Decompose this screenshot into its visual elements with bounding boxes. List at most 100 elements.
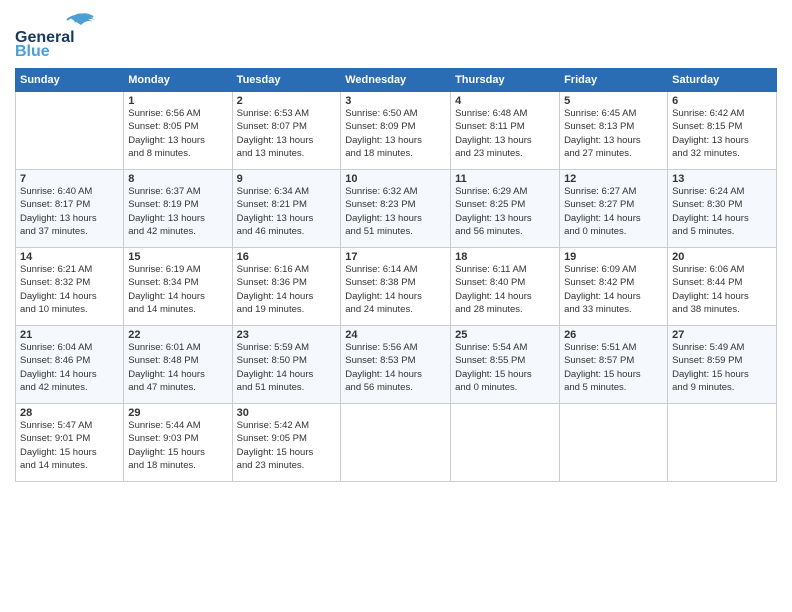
day-number: 25 [455,329,555,341]
week-row-3: 14Sunrise: 6:21 AM Sunset: 8:32 PM Dayli… [16,248,777,326]
calendar-cell: 17Sunrise: 6:14 AM Sunset: 8:38 PM Dayli… [341,248,451,326]
day-info: Sunrise: 5:59 AM Sunset: 8:50 PM Dayligh… [237,341,337,394]
day-info: Sunrise: 5:56 AM Sunset: 8:53 PM Dayligh… [345,341,446,394]
day-number: 15 [128,251,227,263]
logo: General Blue [15,10,105,60]
calendar-cell: 13Sunrise: 6:24 AM Sunset: 8:30 PM Dayli… [668,170,777,248]
day-number: 1 [128,95,227,107]
calendar-cell: 20Sunrise: 6:06 AM Sunset: 8:44 PM Dayli… [668,248,777,326]
day-info: Sunrise: 6:42 AM Sunset: 8:15 PM Dayligh… [672,107,772,160]
header-row: SundayMondayTuesdayWednesdayThursdayFrid… [16,69,777,92]
calendar-cell: 9Sunrise: 6:34 AM Sunset: 8:21 PM Daylig… [232,170,341,248]
col-header-sunday: Sunday [16,69,124,92]
calendar-cell: 30Sunrise: 5:42 AM Sunset: 9:05 PM Dayli… [232,404,341,482]
logo-svg: General Blue [15,10,105,60]
day-info: Sunrise: 6:50 AM Sunset: 8:09 PM Dayligh… [345,107,446,160]
day-info: Sunrise: 6:16 AM Sunset: 8:36 PM Dayligh… [237,263,337,316]
day-info: Sunrise: 6:19 AM Sunset: 8:34 PM Dayligh… [128,263,227,316]
day-number: 30 [237,407,337,419]
day-info: Sunrise: 5:42 AM Sunset: 9:05 PM Dayligh… [237,419,337,472]
day-number: 11 [455,173,555,185]
week-row-4: 21Sunrise: 6:04 AM Sunset: 8:46 PM Dayli… [16,326,777,404]
calendar-cell [341,404,451,482]
day-info: Sunrise: 6:21 AM Sunset: 8:32 PM Dayligh… [20,263,119,316]
day-number: 23 [237,329,337,341]
day-number: 6 [672,95,772,107]
week-row-5: 28Sunrise: 5:47 AM Sunset: 9:01 PM Dayli… [16,404,777,482]
page: General Blue SundayMondayTuesdayWednesda… [0,0,792,492]
day-info: Sunrise: 6:27 AM Sunset: 8:27 PM Dayligh… [564,185,663,238]
calendar-cell: 23Sunrise: 5:59 AM Sunset: 8:50 PM Dayli… [232,326,341,404]
day-info: Sunrise: 6:48 AM Sunset: 8:11 PM Dayligh… [455,107,555,160]
calendar-cell: 10Sunrise: 6:32 AM Sunset: 8:23 PM Dayli… [341,170,451,248]
day-number: 9 [237,173,337,185]
calendar-cell: 6Sunrise: 6:42 AM Sunset: 8:15 PM Daylig… [668,92,777,170]
day-info: Sunrise: 5:44 AM Sunset: 9:03 PM Dayligh… [128,419,227,472]
calendar-cell: 18Sunrise: 6:11 AM Sunset: 8:40 PM Dayli… [451,248,560,326]
calendar-cell: 27Sunrise: 5:49 AM Sunset: 8:59 PM Dayli… [668,326,777,404]
day-number: 7 [20,173,119,185]
calendar-cell: 12Sunrise: 6:27 AM Sunset: 8:27 PM Dayli… [560,170,668,248]
day-number: 27 [672,329,772,341]
week-row-2: 7Sunrise: 6:40 AM Sunset: 8:17 PM Daylig… [16,170,777,248]
svg-text:Blue: Blue [15,43,50,60]
day-info: Sunrise: 6:04 AM Sunset: 8:46 PM Dayligh… [20,341,119,394]
calendar-cell: 15Sunrise: 6:19 AM Sunset: 8:34 PM Dayli… [124,248,232,326]
day-info: Sunrise: 6:09 AM Sunset: 8:42 PM Dayligh… [564,263,663,316]
calendar-cell: 29Sunrise: 5:44 AM Sunset: 9:03 PM Dayli… [124,404,232,482]
day-info: Sunrise: 6:40 AM Sunset: 8:17 PM Dayligh… [20,185,119,238]
day-info: Sunrise: 6:11 AM Sunset: 8:40 PM Dayligh… [455,263,555,316]
day-number: 5 [564,95,663,107]
calendar-cell [560,404,668,482]
day-number: 12 [564,173,663,185]
calendar-cell: 4Sunrise: 6:48 AM Sunset: 8:11 PM Daylig… [451,92,560,170]
day-number: 10 [345,173,446,185]
calendar-cell: 19Sunrise: 6:09 AM Sunset: 8:42 PM Dayli… [560,248,668,326]
calendar-cell: 26Sunrise: 5:51 AM Sunset: 8:57 PM Dayli… [560,326,668,404]
day-info: Sunrise: 6:34 AM Sunset: 8:21 PM Dayligh… [237,185,337,238]
day-number: 19 [564,251,663,263]
day-number: 8 [128,173,227,185]
day-info: Sunrise: 6:37 AM Sunset: 8:19 PM Dayligh… [128,185,227,238]
day-number: 22 [128,329,227,341]
day-number: 3 [345,95,446,107]
calendar-cell: 24Sunrise: 5:56 AM Sunset: 8:53 PM Dayli… [341,326,451,404]
day-number: 13 [672,173,772,185]
col-header-tuesday: Tuesday [232,69,341,92]
day-number: 16 [237,251,337,263]
col-header-monday: Monday [124,69,232,92]
day-info: Sunrise: 6:06 AM Sunset: 8:44 PM Dayligh… [672,263,772,316]
calendar-cell: 1Sunrise: 6:56 AM Sunset: 8:05 PM Daylig… [124,92,232,170]
calendar-cell: 3Sunrise: 6:50 AM Sunset: 8:09 PM Daylig… [341,92,451,170]
week-row-1: 1Sunrise: 6:56 AM Sunset: 8:05 PM Daylig… [16,92,777,170]
calendar-cell: 8Sunrise: 6:37 AM Sunset: 8:19 PM Daylig… [124,170,232,248]
calendar-cell [668,404,777,482]
calendar-cell: 7Sunrise: 6:40 AM Sunset: 8:17 PM Daylig… [16,170,124,248]
day-info: Sunrise: 6:01 AM Sunset: 8:48 PM Dayligh… [128,341,227,394]
day-info: Sunrise: 5:49 AM Sunset: 8:59 PM Dayligh… [672,341,772,394]
col-header-wednesday: Wednesday [341,69,451,92]
day-number: 24 [345,329,446,341]
day-number: 17 [345,251,446,263]
calendar-cell: 16Sunrise: 6:16 AM Sunset: 8:36 PM Dayli… [232,248,341,326]
day-number: 20 [672,251,772,263]
calendar-cell: 11Sunrise: 6:29 AM Sunset: 8:25 PM Dayli… [451,170,560,248]
col-header-friday: Friday [560,69,668,92]
calendar-cell [16,92,124,170]
calendar-cell: 28Sunrise: 5:47 AM Sunset: 9:01 PM Dayli… [16,404,124,482]
day-info: Sunrise: 5:54 AM Sunset: 8:55 PM Dayligh… [455,341,555,394]
day-number: 2 [237,95,337,107]
day-info: Sunrise: 6:24 AM Sunset: 8:30 PM Dayligh… [672,185,772,238]
day-info: Sunrise: 6:29 AM Sunset: 8:25 PM Dayligh… [455,185,555,238]
day-number: 14 [20,251,119,263]
day-info: Sunrise: 6:45 AM Sunset: 8:13 PM Dayligh… [564,107,663,160]
header: General Blue [15,10,777,60]
day-number: 21 [20,329,119,341]
day-info: Sunrise: 5:47 AM Sunset: 9:01 PM Dayligh… [20,419,119,472]
col-header-thursday: Thursday [451,69,560,92]
day-info: Sunrise: 6:53 AM Sunset: 8:07 PM Dayligh… [237,107,337,160]
calendar-table: SundayMondayTuesdayWednesdayThursdayFrid… [15,68,777,482]
day-info: Sunrise: 6:56 AM Sunset: 8:05 PM Dayligh… [128,107,227,160]
day-info: Sunrise: 5:51 AM Sunset: 8:57 PM Dayligh… [564,341,663,394]
day-number: 18 [455,251,555,263]
